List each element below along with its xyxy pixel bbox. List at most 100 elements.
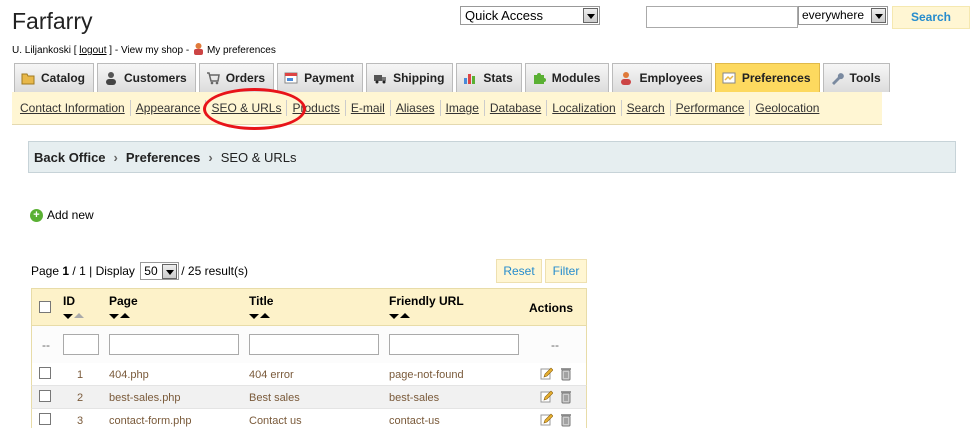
tab-label: Orders — [225, 71, 266, 85]
tab-tools[interactable]: Tools — [822, 63, 890, 92]
subnav-performance[interactable]: Performance — [671, 100, 751, 116]
tab-customers[interactable]: Customers — [97, 63, 196, 92]
table-row[interactable]: 1 404.php 404 error page-not-found — [31, 363, 587, 386]
search-button[interactable]: Search — [892, 6, 970, 29]
breadcrumb-root[interactable]: Back Office — [34, 150, 106, 165]
my-preferences-link[interactable]: My preferences — [207, 45, 276, 56]
cell-friendly-url: contact-us — [389, 415, 440, 427]
seo-urls-table: ID Page Title Friendly URL Actions -- --… — [31, 288, 587, 428]
table-header: ID Page Title Friendly URL Actions — [31, 288, 587, 326]
employee-icon — [621, 72, 632, 85]
add-new-label: Add new — [47, 208, 94, 222]
add-new-link[interactable]: + Add new — [30, 208, 94, 222]
subnav-image[interactable]: Image — [441, 100, 485, 116]
column-header-page: Page — [109, 294, 138, 308]
tab-label: Preferences — [741, 71, 811, 85]
cell-page: 404.php — [109, 369, 149, 381]
filter-id-input[interactable] — [63, 334, 99, 355]
tab-shipping[interactable]: Shipping — [366, 63, 454, 92]
filter-title-input[interactable] — [249, 334, 379, 355]
subnav-aliases[interactable]: Aliases — [391, 100, 441, 116]
quick-access-label: Quick Access — [465, 8, 544, 23]
tab-label: Payment — [304, 71, 355, 85]
tab-stats[interactable]: Stats — [456, 63, 522, 92]
quick-access-select[interactable]: Quick Access — [460, 6, 600, 25]
chevron-down-icon — [871, 8, 886, 23]
subnav-localization[interactable]: Localization — [547, 100, 622, 116]
user-name: U. Liljankoski — [12, 45, 71, 56]
tab-catalog[interactable]: Catalog — [14, 63, 95, 92]
truck-icon — [374, 75, 387, 84]
cell-id: 3 — [77, 415, 84, 427]
cell-title: Best sales — [249, 392, 300, 404]
display-count-select[interactable]: 50 — [140, 262, 180, 280]
tab-modules[interactable]: Modules — [524, 63, 610, 92]
add-icon: + — [30, 208, 43, 222]
subnav-geolocation[interactable]: Geolocation — [750, 100, 824, 116]
filter-row: -- -- — [31, 326, 587, 363]
sort-page-icon[interactable] — [109, 313, 133, 321]
select-all-checkbox[interactable] — [39, 301, 51, 313]
preferences-subnav: Contact Information Appearance SEO & URL… — [12, 92, 882, 125]
edit-icon[interactable] — [540, 367, 553, 380]
wrench-icon — [831, 73, 844, 85]
search-scope-select[interactable]: everywhere — [798, 6, 888, 25]
logout-link[interactable]: logout — [79, 45, 106, 56]
tab-preferences[interactable]: Preferences — [714, 63, 820, 92]
chevron-right-icon: › — [113, 149, 118, 165]
filter-url-input[interactable] — [389, 334, 519, 355]
chevron-down-icon — [162, 264, 178, 279]
column-header-friendly-url: Friendly URL — [389, 294, 464, 308]
tab-label: Tools — [849, 71, 881, 85]
sort-id-icon[interactable] — [63, 313, 87, 321]
column-header-actions: Actions — [529, 301, 574, 315]
display-count: 50 — [144, 264, 158, 278]
subnav-contact-information[interactable]: Contact Information — [15, 100, 131, 116]
row-checkbox[interactable] — [39, 390, 51, 402]
tab-label: Employees — [639, 71, 703, 85]
view-shop-link[interactable]: View my shop — [121, 45, 183, 56]
total-pages: 1 — [79, 264, 86, 278]
search-input[interactable] — [646, 6, 798, 28]
preferences-icon — [722, 72, 736, 84]
reset-button[interactable]: Reset — [496, 259, 542, 283]
display-label: Display — [95, 264, 135, 278]
tab-label: Customers — [124, 71, 187, 85]
sort-url-icon[interactable] — [389, 313, 413, 321]
puzzle-icon — [533, 73, 546, 84]
cell-title: Contact us — [249, 415, 302, 427]
folder-icon — [21, 73, 35, 85]
cell-page: contact-form.php — [109, 415, 192, 427]
search-scope-label: everywhere — [802, 8, 865, 22]
filter-button[interactable]: Filter — [545, 259, 587, 283]
table-row[interactable]: 2 best-sales.php Best sales best-sales — [31, 386, 587, 409]
edit-icon[interactable] — [540, 390, 553, 403]
row-checkbox[interactable] — [39, 367, 51, 379]
delete-icon[interactable] — [560, 366, 572, 381]
sort-title-icon[interactable] — [249, 313, 273, 321]
tab-label: Shipping — [393, 71, 445, 85]
delete-icon[interactable] — [560, 389, 572, 404]
column-header-title: Title — [249, 294, 274, 308]
highlight-ring — [203, 88, 306, 130]
subnav-search[interactable]: Search — [622, 100, 671, 116]
breadcrumb: Back Office › Preferences › SEO & URLs — [28, 141, 956, 173]
row-checkbox[interactable] — [39, 413, 51, 425]
filter-page-input[interactable] — [109, 334, 239, 355]
table-row[interactable]: 3 contact-form.php Contact us contact-us — [31, 409, 587, 428]
page-label: Page — [31, 264, 60, 278]
payment-icon — [284, 72, 298, 84]
edit-icon[interactable] — [540, 413, 553, 426]
filter-placeholder: -- — [42, 338, 50, 352]
chevron-down-icon — [583, 8, 598, 23]
chevron-right-icon: › — [208, 149, 213, 165]
tab-payment[interactable]: Payment — [277, 63, 364, 92]
cell-title: 404 error — [249, 369, 294, 381]
customers-icon — [106, 72, 117, 85]
tab-employees[interactable]: Employees — [612, 63, 712, 92]
breadcrumb-parent[interactable]: Preferences — [126, 150, 200, 165]
subnav-database[interactable]: Database — [485, 100, 548, 116]
subnav-appearance[interactable]: Appearance — [131, 100, 207, 116]
delete-icon[interactable] — [560, 412, 572, 427]
subnav-email[interactable]: E-mail — [346, 100, 391, 116]
